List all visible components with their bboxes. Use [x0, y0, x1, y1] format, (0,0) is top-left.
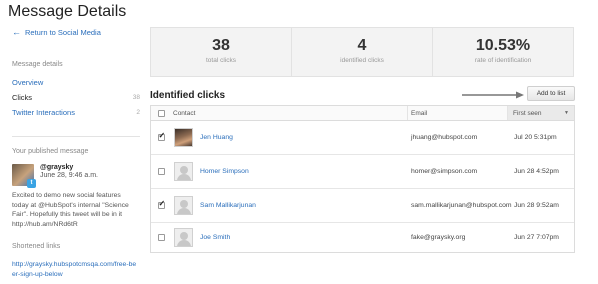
contact-email: jhuang@hubspot.com	[411, 134, 478, 141]
contact-name-link[interactable]: Jen Huang	[200, 134, 233, 141]
stat-identification-rate: 10.53% rate of identification	[433, 28, 573, 76]
stat-label: total clicks	[206, 57, 236, 64]
first-seen-value: Jun 27 7:07pm	[514, 234, 559, 241]
row-checkbox[interactable]	[157, 131, 165, 141]
column-header-label: First seen	[513, 110, 542, 117]
first-seen-value: Jul 20 5:31pm	[514, 134, 557, 141]
avatar	[174, 196, 193, 215]
column-header-email[interactable]: Email	[408, 106, 508, 120]
contact-name-link[interactable]: Joe Smith	[200, 234, 230, 241]
tweet-username: @graysky	[40, 164, 74, 171]
sidebar-item-count: 38	[132, 94, 140, 101]
stat-value: 10.53%	[475, 37, 531, 54]
row-checkbox[interactable]	[157, 168, 165, 175]
sidebar-divider	[12, 136, 140, 137]
shortened-links-label: Shortened links	[12, 243, 61, 250]
row-checkbox[interactable]	[157, 199, 165, 209]
sidebar-item-label: Overview	[12, 78, 44, 87]
first-seen-value: Jun 28 4:52pm	[514, 168, 559, 175]
table-row[interactable]: Joe Smith fake@graysky.org Jun 27 7:07pm	[151, 223, 574, 252]
stat-label: identified clicks	[340, 57, 384, 64]
sidebar-nav: Overview Clicks 38 Twitter Interactions …	[12, 75, 140, 120]
page-title: Message Details	[8, 3, 127, 20]
back-link[interactable]: ← Return to Social Media	[12, 27, 140, 38]
identified-clicks-table: Contact Email First seen ▼ Jen Huang jhu…	[150, 105, 575, 253]
table-row[interactable]: Jen Huang jhuang@hubspot.com Jul 20 5:31…	[151, 121, 574, 155]
avatar	[174, 162, 193, 181]
stat-label: rate of identification	[474, 57, 532, 64]
contact-name-link[interactable]: Sam Mallikarjunan	[200, 202, 256, 209]
sort-down-icon: ▼	[564, 110, 569, 116]
column-header-contact[interactable]: Contact	[171, 106, 408, 120]
arrow-right-icon	[462, 91, 524, 99]
stat-identified-clicks: 4 identified clicks	[292, 28, 433, 76]
sidebar-item-label: Twitter Interactions	[12, 108, 75, 117]
select-all-cell	[151, 106, 171, 120]
message-details-label: Message details	[12, 61, 63, 68]
tweet-text: Excited to demo new social features toda…	[12, 192, 129, 228]
avatar	[174, 228, 193, 247]
contact-email: sam.mallikarjunan@hubspot.com	[411, 202, 512, 209]
column-header-first-seen[interactable]: First seen ▼	[508, 106, 574, 120]
arrow-left-icon: ←	[12, 27, 21, 37]
tweet-header: t @graysky June 28, 9:46 a.m.	[12, 164, 140, 188]
stat-value: 4	[357, 37, 367, 54]
add-to-list-button[interactable]: Add to list	[527, 86, 575, 101]
stats-panel: 38 total clicks 4 identified clicks 10.5…	[150, 27, 574, 77]
stat-value: 38	[212, 37, 230, 54]
sidebar-item-overview[interactable]: Overview	[12, 75, 140, 90]
sidebar: ← Return to Social Media Message details…	[12, 28, 140, 279]
first-seen-value: Jun 28 9:52am	[514, 202, 559, 209]
contact-email: homer@simpson.com	[411, 168, 478, 175]
avatar	[174, 128, 193, 147]
shortened-link[interactable]: http://graysky.hubspotcmsqa.com/free-bee…	[12, 260, 137, 279]
row-checkbox[interactable]	[157, 234, 165, 241]
sidebar-item-clicks[interactable]: Clicks 38	[12, 90, 140, 105]
sidebar-item-count: 2	[136, 109, 140, 116]
table-row[interactable]: Homer Simpson homer@simpson.com Jun 28 4…	[151, 155, 574, 189]
stat-total-clicks: 38 total clicks	[151, 28, 292, 76]
sidebar-item-label: Clicks	[12, 93, 32, 102]
contact-name-link[interactable]: Homer Simpson	[200, 168, 249, 175]
select-all-checkbox[interactable]	[157, 109, 165, 117]
avatar[interactable]: t	[12, 164, 36, 188]
back-link-label: Return to Social Media	[25, 28, 101, 37]
contact-email: fake@graysky.org	[411, 234, 466, 241]
table-header: Contact Email First seen ▼	[151, 106, 574, 121]
sidebar-item-twitter-interactions[interactable]: Twitter Interactions 2	[12, 105, 140, 120]
twitter-icon: t	[27, 179, 36, 188]
table-row[interactable]: Sam Mallikarjunan sam.mallikarjunan@hubs…	[151, 189, 574, 223]
published-message-label: Your published message	[12, 148, 89, 155]
identified-clicks-heading: Identified clicks	[150, 90, 226, 101]
tweet-date: June 28, 9:46 a.m.	[40, 172, 98, 179]
